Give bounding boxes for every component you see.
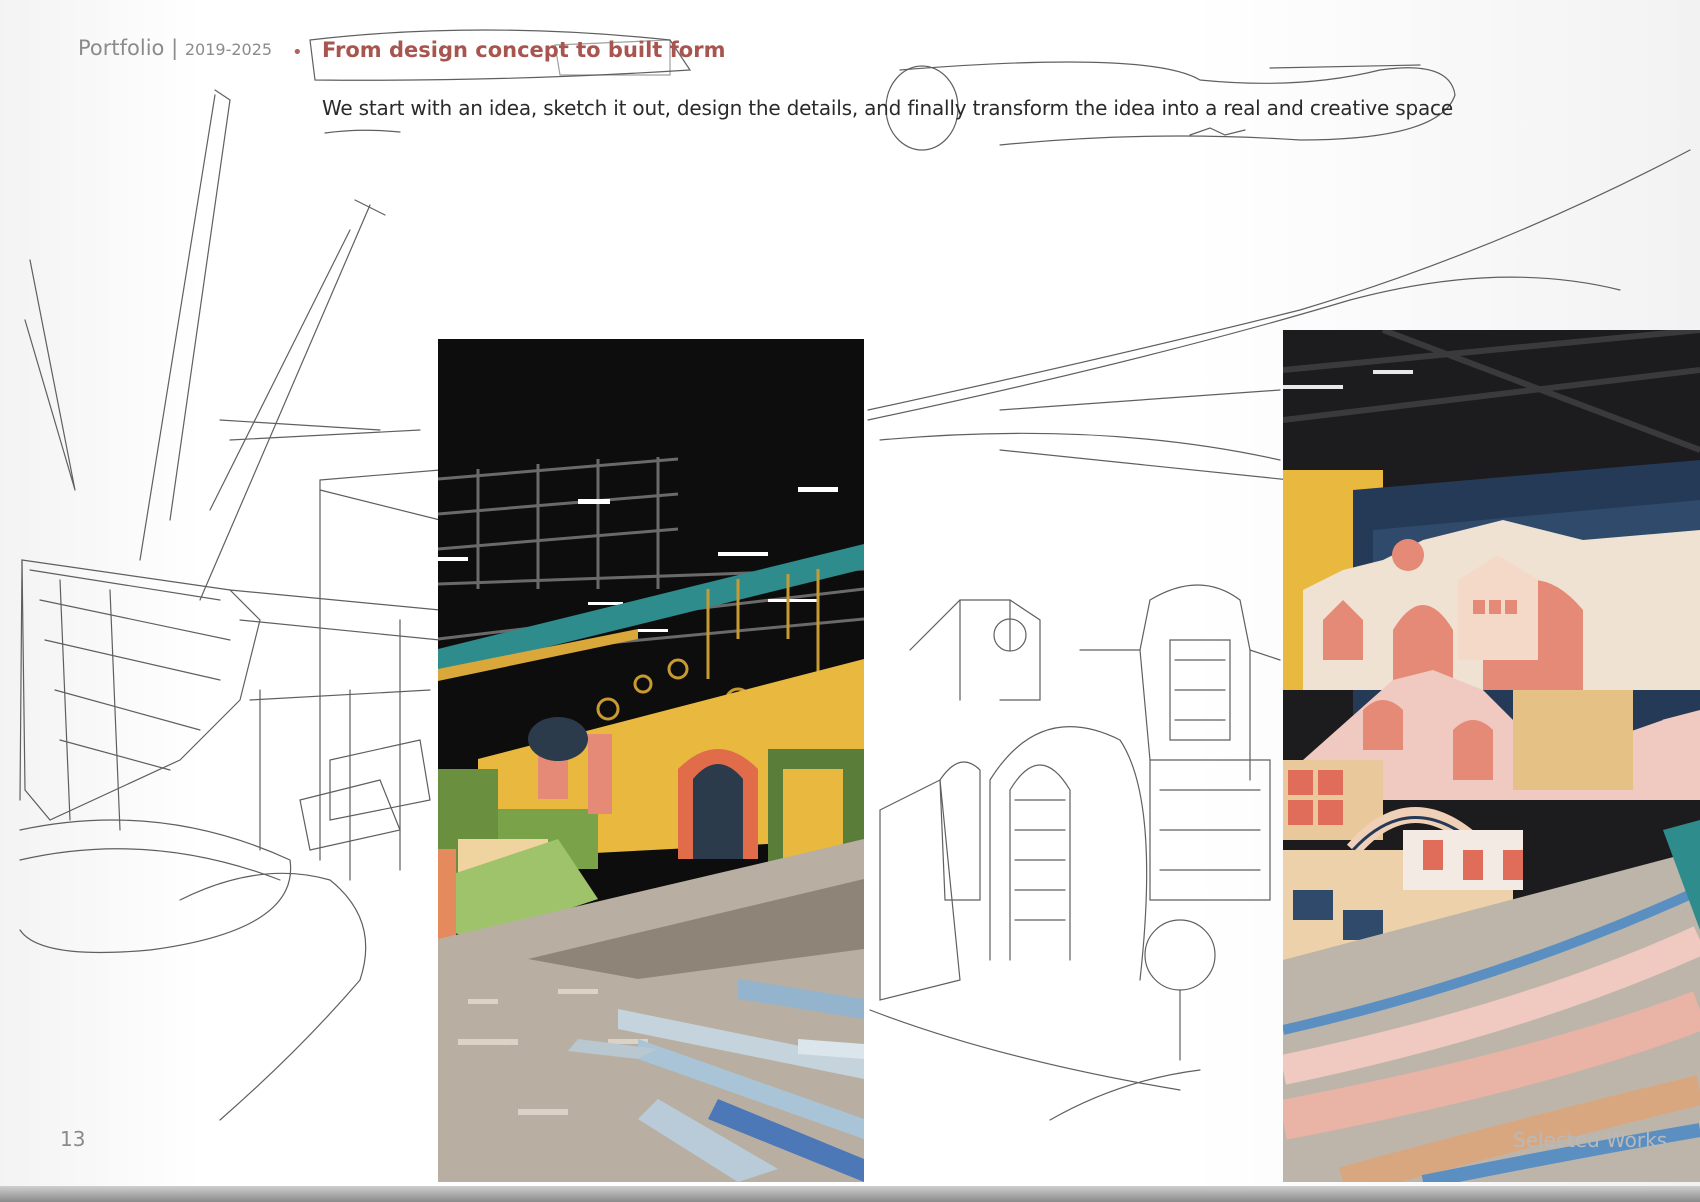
header-separator: |	[171, 36, 179, 60]
playground-render-2	[1283, 330, 1700, 1182]
playground-render-1	[438, 339, 864, 1182]
footer-section-label: Selected Works	[1513, 1128, 1668, 1152]
portfolio-spread: Portfolio | 2019-2025 • From design conc…	[0, 0, 1700, 1202]
portfolio-header: Portfolio | 2019-2025	[78, 36, 272, 60]
portfolio-page: Portfolio | 2019-2025 • From design conc…	[0, 0, 1700, 1186]
portfolio-years: 2019-2025	[184, 40, 273, 59]
section-bullet: •	[292, 42, 303, 63]
page-number: 13	[60, 1127, 86, 1151]
section-description: We start with an idea, sketch it out, de…	[322, 96, 1453, 120]
portfolio-title: Portfolio	[78, 36, 165, 60]
section-heading: From design concept to built form	[322, 38, 726, 62]
page-edge-shadow	[0, 1186, 1700, 1202]
